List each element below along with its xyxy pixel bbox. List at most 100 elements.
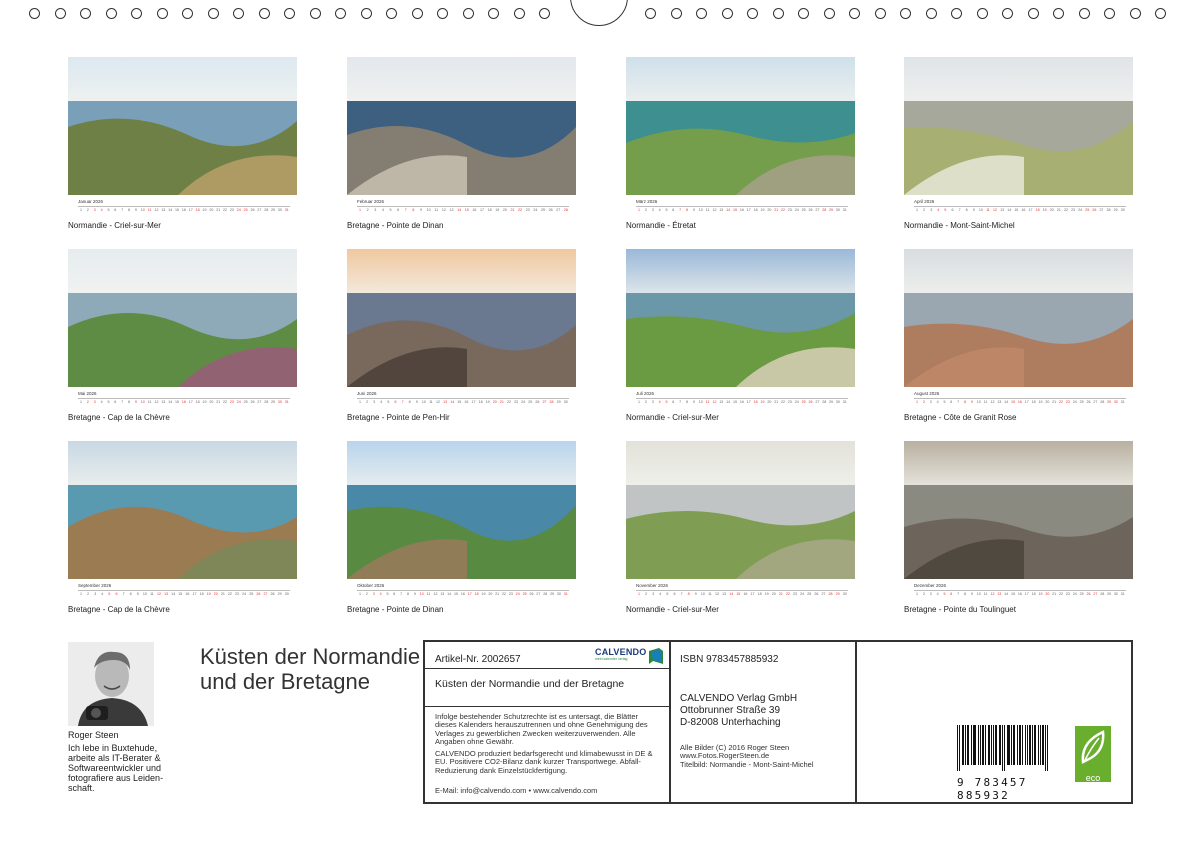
day-number: 23	[787, 400, 792, 404]
day-number: 5	[389, 208, 392, 212]
day-number: 6	[673, 592, 676, 596]
day-number: 31	[284, 208, 289, 212]
month-tile: September 2026 1 2 3 4 5 6 7 8 9 10 11 12 13 14 15 16 17 1…	[68, 441, 297, 614]
day-number: 19	[495, 208, 500, 212]
day-number: 17	[480, 208, 484, 212]
month-calendar: Dezember 2026 1 2 3 4 5 6 7 8 9 10 11 12 13 14 15 16 17 18…	[904, 579, 1133, 614]
binding-ring	[951, 8, 962, 19]
binding-ring	[29, 8, 40, 19]
day-number: 27	[542, 400, 547, 404]
day-number: 15	[175, 208, 180, 212]
day-number: 20	[1045, 592, 1050, 596]
photo-caption: Bretagne - Pointe du Toulinguet	[904, 605, 1016, 614]
day-number: 21	[774, 208, 779, 212]
photo-caption: Normandie - Criel-sur-Mer	[626, 413, 719, 422]
month-calendar: Mai 2026 1 2 3 4 5 6 7 8 9 10 11 12 13 14 15 16 17 18 19 20 2…	[68, 387, 297, 422]
legal-notice: Infolge bestehender Schutzrechte ist es …	[435, 712, 648, 747]
day-number: 9	[694, 592, 697, 596]
month-name: Dezember 2026	[914, 583, 947, 588]
publisher-name: CALVENDO Verlag GmbH	[680, 693, 798, 704]
day-number: 19	[206, 592, 211, 596]
day-number: 9	[420, 208, 422, 212]
day-number: 11	[983, 400, 988, 404]
day-number: 1	[638, 400, 640, 404]
day-number: 24	[1078, 208, 1083, 212]
day-number: 8	[964, 592, 967, 596]
photo-caption: Bretagne - Pointe de Dinan	[347, 221, 444, 230]
day-number: 22	[785, 592, 790, 596]
eco-label: eco	[1085, 773, 1101, 783]
day-number: 9	[415, 400, 418, 404]
day-number: 15	[736, 592, 741, 596]
day-number: 26	[808, 400, 813, 404]
eco-badge: eco	[1075, 726, 1111, 783]
landscape-photo	[68, 57, 297, 195]
climate-notice: CALVENDO produziert bedarfsgerecht und k…	[435, 749, 653, 775]
day-number: 26	[548, 208, 553, 212]
day-number: 7	[958, 208, 961, 212]
day-number: 28	[264, 400, 269, 404]
day-number: 6	[951, 208, 954, 212]
day-number: 24	[533, 208, 538, 212]
day-number: 16	[739, 400, 744, 404]
day-number: 2	[366, 208, 369, 212]
day-number: 26	[529, 592, 534, 596]
day-number: 15	[733, 400, 738, 404]
day-numbers: 1 2 3 4 5 6 7 8 9 10 11 12 13 14 15 16 17 18 19 20 21 22 23 24 2…	[914, 400, 1126, 405]
day-number: 16	[472, 208, 477, 212]
day-number: 8	[407, 592, 410, 596]
day-number: 25	[243, 400, 248, 404]
photo-caption: Bretagne - Pointe de Dinan	[347, 605, 444, 614]
day-number: 28	[270, 592, 275, 596]
day-number: 1	[80, 592, 82, 596]
binding-ring	[258, 8, 270, 19]
day-number: 20	[767, 208, 772, 212]
day-number: 13	[722, 592, 727, 596]
photo-caption: Bretagne - Pointe de Pen-Hir	[347, 413, 450, 422]
binding-ring	[747, 8, 758, 19]
day-number: 26	[1086, 592, 1091, 596]
day-number: 2	[645, 592, 648, 596]
day-number: 27	[1099, 208, 1104, 212]
day-number: 6	[393, 592, 396, 596]
day-number: 25	[801, 208, 806, 212]
day-number: 30	[842, 592, 847, 596]
day-number: 28	[264, 208, 269, 212]
day-number: 12	[712, 208, 717, 212]
binding-ring	[670, 8, 682, 19]
day-number: 6	[950, 400, 953, 404]
binding-ring	[360, 8, 372, 19]
day-number: 1	[638, 208, 640, 212]
day-number: 12	[433, 592, 438, 596]
day-number: 24	[794, 400, 799, 404]
day-number: 16	[181, 208, 186, 212]
month-name: August 2026	[914, 391, 940, 396]
day-number: 17	[192, 592, 197, 596]
month-tile: Juni 2026 1 2 3 4 5 6 7 8 9 10 11 12 13 14 15 16 17 18 19 20…	[347, 249, 576, 422]
day-numbers: 1 2 3 4 5 6 7 8 9 10 11 12 13 14 15 16 17 18 19 20 21 22 23 24 2…	[357, 208, 569, 213]
month-calendar: Februar 2026 1 2 3 4 5 6 7 8 9 10 11 12 13 14 15 16 17 18 1…	[347, 195, 576, 230]
day-number: 25	[541, 208, 545, 212]
day-number: 6	[672, 208, 675, 212]
day-number: 20	[209, 400, 214, 404]
day-number: 25	[243, 208, 248, 212]
month-tile: Mai 2026 1 2 3 4 5 6 7 8 9 10 11 12 13 14 15 16 17 18 19 20 2…	[68, 249, 297, 422]
landscape-photo	[904, 249, 1133, 387]
day-number: 14	[450, 400, 455, 404]
day-number: 27	[1093, 592, 1098, 596]
month-calendar: Januar 2026 1 2 3 4 5 6 7 8 9 10 11 12 13 14 15 16 17 18 19…	[68, 195, 297, 230]
binding-ring	[823, 8, 835, 19]
day-number: 4	[381, 208, 384, 212]
barcode-bars	[957, 725, 1048, 771]
day-number: 8	[687, 592, 690, 596]
day-number: 11	[150, 592, 154, 596]
day-number: 13	[719, 208, 724, 212]
day-number: 30	[277, 208, 282, 212]
day-number: 17	[1024, 592, 1029, 596]
day-number: 2	[923, 208, 926, 212]
month-tile: November 2026 1 2 3 4 5 6 7 8 9 10 11 12 13 14 15 16 17 18…	[626, 441, 855, 614]
day-number: 9	[972, 208, 975, 212]
day-number: 31	[1120, 400, 1125, 404]
day-number: 28	[1106, 208, 1111, 212]
day-number: 13	[997, 592, 1002, 596]
